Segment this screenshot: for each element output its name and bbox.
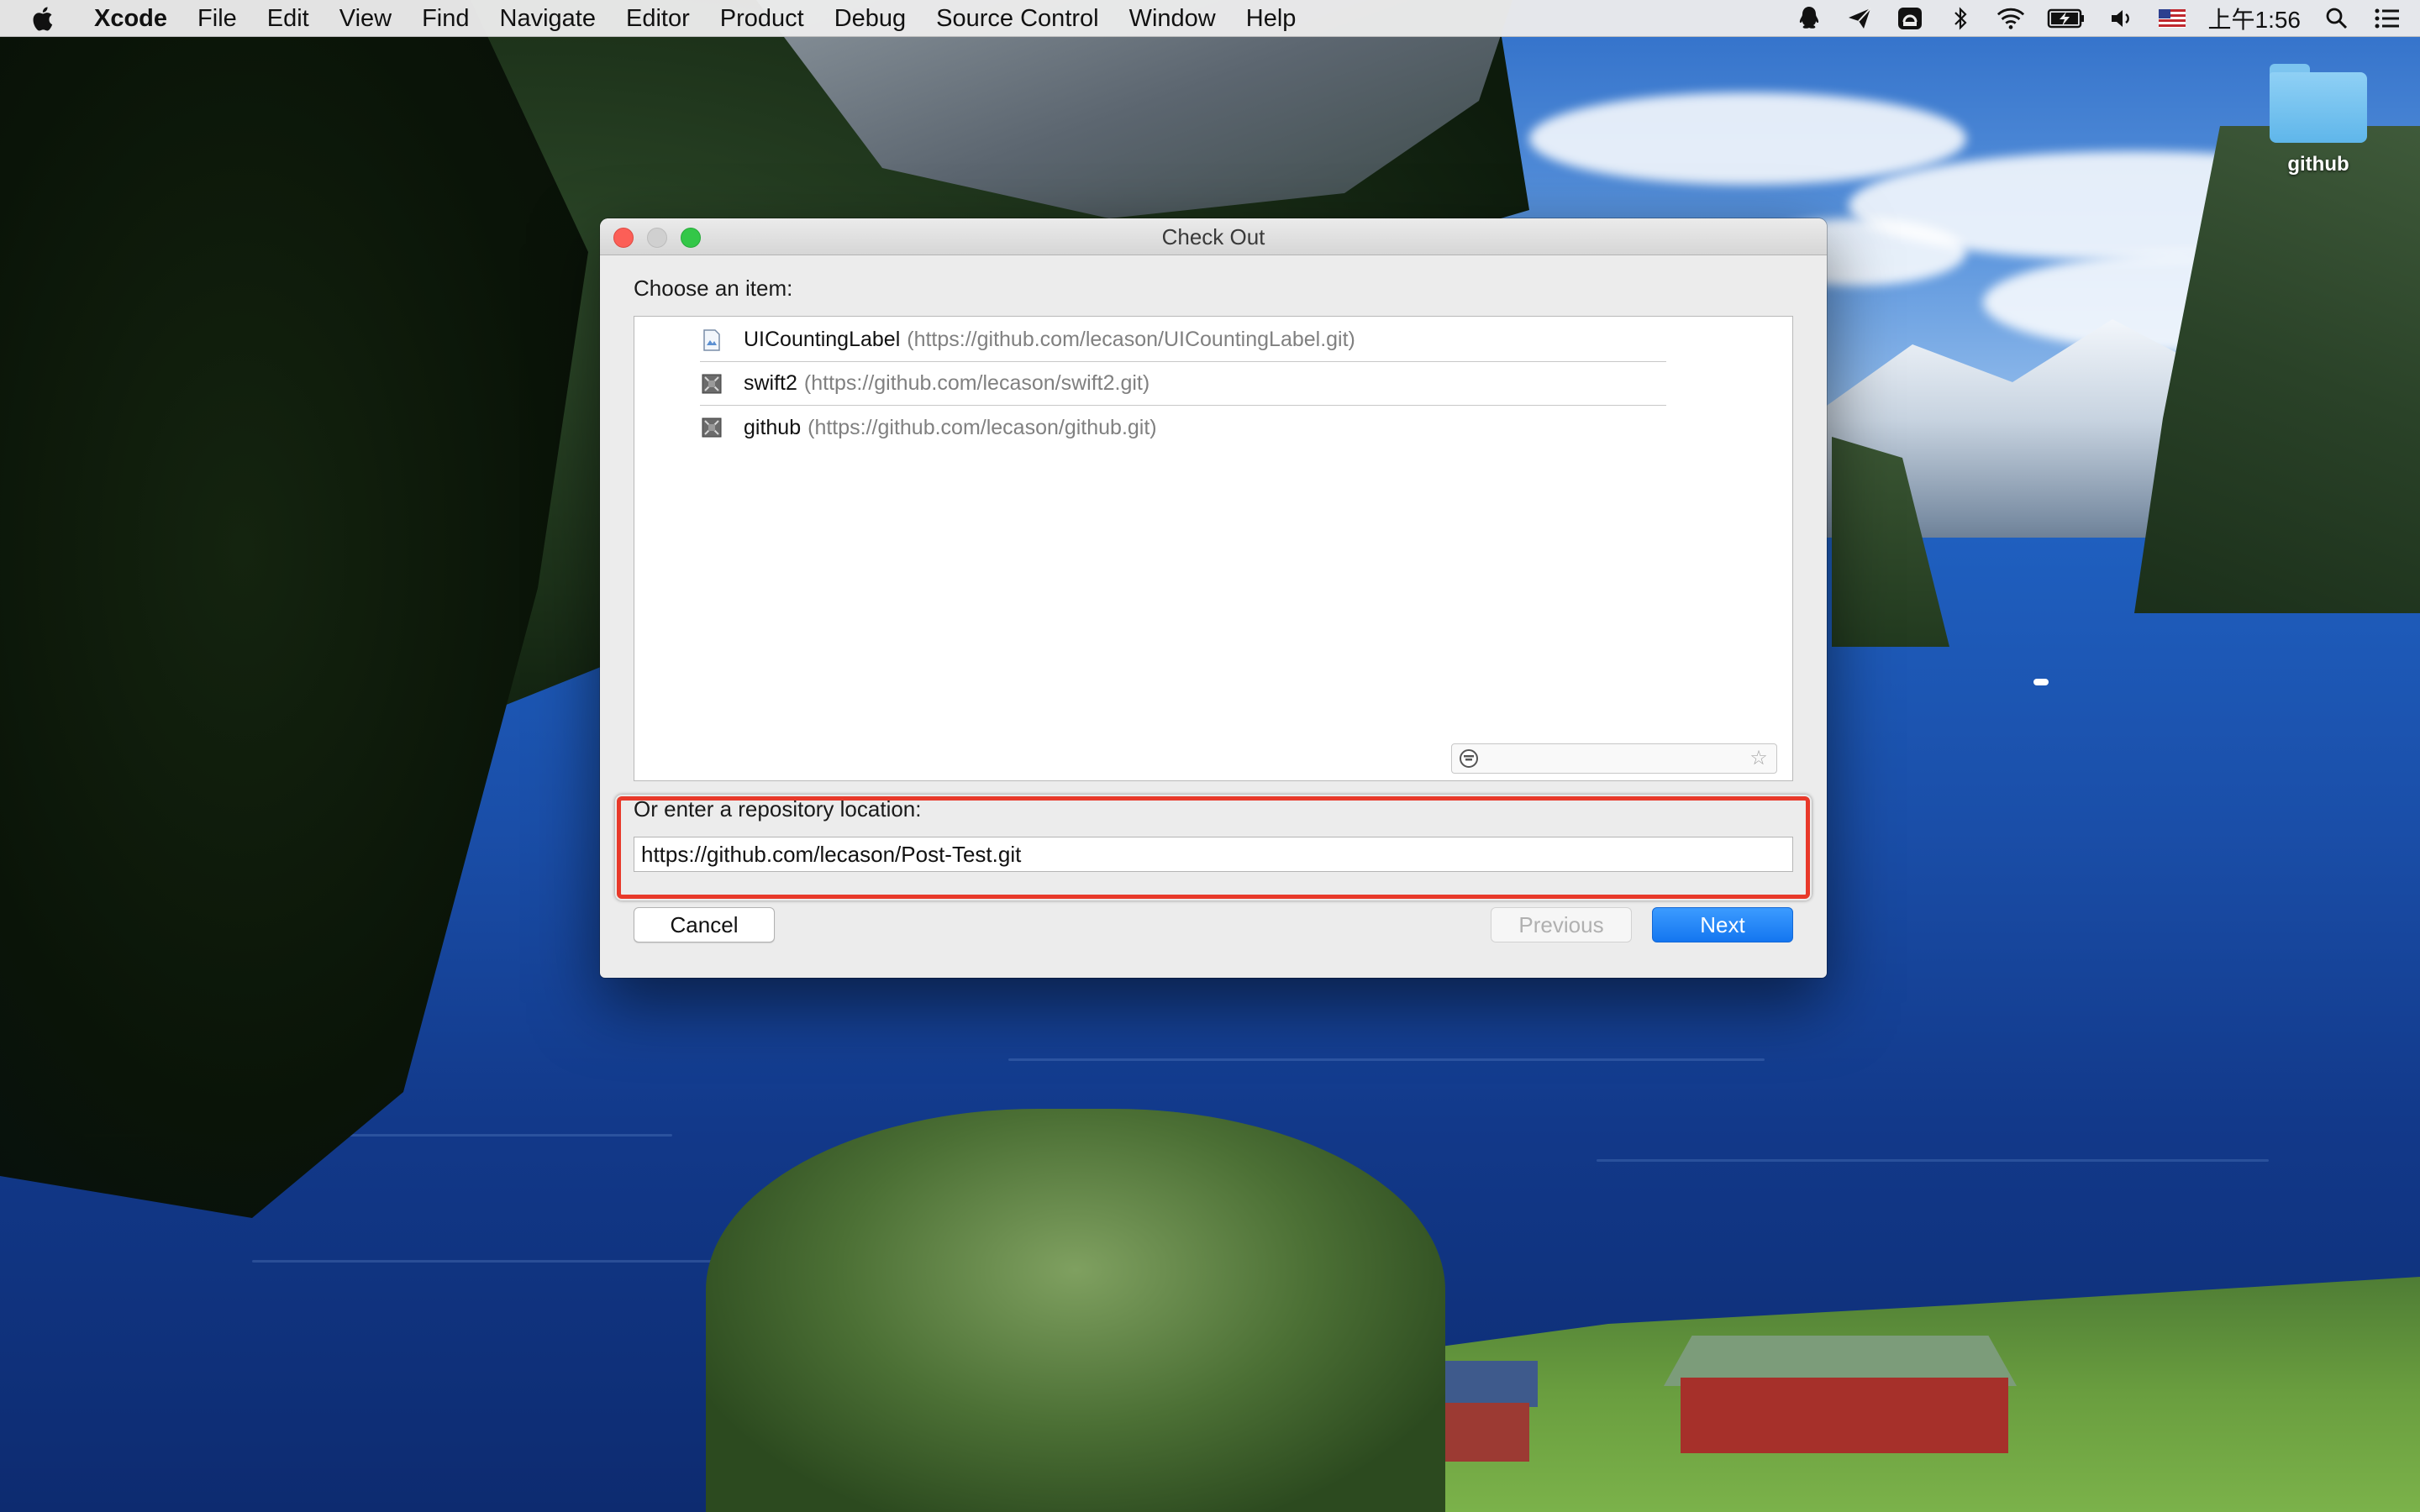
desktop-folder-github[interactable]: github bbox=[2257, 59, 2380, 176]
next-button[interactable]: Next bbox=[1652, 907, 1793, 942]
filter-icon[interactable] bbox=[1459, 748, 1479, 769]
desktop-folder-label: github bbox=[2287, 153, 2349, 176]
check-out-dialog: Check Out Choose an item: UICountingLabe… bbox=[600, 218, 1827, 978]
menu-bar-left: Xcode File Edit View Find Navigate Edito… bbox=[0, 0, 1311, 36]
repository-name: UICountingLabel bbox=[744, 328, 901, 351]
menu-editor[interactable]: Editor bbox=[611, 0, 705, 37]
repository-url: (https://github.com/lecason/github.git) bbox=[808, 415, 1157, 439]
wallpaper-ripple bbox=[252, 1260, 756, 1263]
menu-view[interactable]: View bbox=[324, 0, 407, 37]
menu-source-control[interactable]: Source Control bbox=[921, 0, 1113, 37]
wallpaper-boat bbox=[2033, 679, 2049, 685]
repository-location-label: Or enter a repository location: bbox=[634, 796, 922, 822]
repository-url: (https://github.com/lecason/UICountingLa… bbox=[907, 328, 1355, 351]
bluetooth-icon[interactable] bbox=[1946, 4, 1975, 33]
previous-button: Previous bbox=[1491, 907, 1632, 942]
volume-icon[interactable] bbox=[2107, 4, 2136, 33]
spotlight-search-icon[interactable] bbox=[2323, 4, 2351, 33]
send-icon[interactable] bbox=[1845, 4, 1874, 33]
menu-clock[interactable]: 上午1:56 bbox=[2208, 2, 2302, 35]
wallpaper-ripple bbox=[1008, 1058, 1765, 1061]
cancel-button[interactable]: Cancel bbox=[634, 907, 775, 942]
repository-icon bbox=[700, 372, 723, 396]
list-item[interactable]: swift2 (https://github.com/lecason/swift… bbox=[700, 362, 1666, 406]
wallpaper-tree-bottom bbox=[706, 1109, 1445, 1512]
menu-product[interactable]: Product bbox=[705, 0, 819, 37]
folder-icon bbox=[2266, 59, 2370, 146]
us-flag-input-icon[interactable] bbox=[2158, 4, 2186, 33]
battery-charging-icon[interactable] bbox=[2047, 4, 2086, 33]
repository-name: github bbox=[744, 415, 802, 439]
wallpaper-ripple bbox=[1597, 1159, 2269, 1162]
airplay-display-icon[interactable] bbox=[1896, 4, 1924, 33]
wallpaper-cloud bbox=[1529, 92, 1966, 185]
apple-icon[interactable] bbox=[32, 4, 57, 33]
menu-window[interactable]: Window bbox=[1114, 0, 1231, 37]
menu-app-xcode[interactable]: Xcode bbox=[86, 0, 182, 37]
wallpaper-barn bbox=[1681, 1378, 2008, 1453]
repository-doc-icon bbox=[700, 328, 723, 352]
list-item[interactable]: github (https://github.com/lecason/githu… bbox=[700, 406, 1666, 449]
list-item[interactable]: UICountingLabel (https://github.com/leca… bbox=[700, 318, 1666, 362]
qq-icon[interactable] bbox=[1795, 4, 1823, 33]
repository-list[interactable]: UICountingLabel (https://github.com/leca… bbox=[634, 316, 1793, 781]
dialog-title: Check Out bbox=[1161, 224, 1265, 249]
menu-debug[interactable]: Debug bbox=[819, 0, 921, 37]
repository-url: (https://github.com/lecason/swift2.git) bbox=[803, 371, 1150, 395]
dialog-titlebar[interactable]: Check Out bbox=[600, 218, 1827, 255]
notification-center-icon[interactable] bbox=[2373, 4, 2402, 33]
favorite-star-icon[interactable]: ☆ bbox=[1748, 747, 1770, 770]
repository-location-input[interactable] bbox=[634, 837, 1793, 872]
menu-find[interactable]: Find bbox=[407, 0, 484, 37]
repository-icon bbox=[700, 416, 723, 439]
menu-edit[interactable]: Edit bbox=[252, 0, 324, 37]
menu-bar: Xcode File Edit View Find Navigate Edito… bbox=[0, 0, 2420, 37]
wifi-icon[interactable] bbox=[1996, 4, 2025, 33]
choose-item-label: Choose an item: bbox=[634, 276, 793, 301]
list-filter-field[interactable]: ☆ bbox=[1451, 743, 1777, 774]
menu-bar-status-area: 上午1:56 bbox=[1795, 0, 2402, 37]
menu-file[interactable]: File bbox=[182, 0, 252, 37]
menu-help[interactable]: Help bbox=[1231, 0, 1312, 37]
menu-navigate[interactable]: Navigate bbox=[485, 0, 611, 37]
repository-name: swift2 bbox=[744, 371, 797, 395]
